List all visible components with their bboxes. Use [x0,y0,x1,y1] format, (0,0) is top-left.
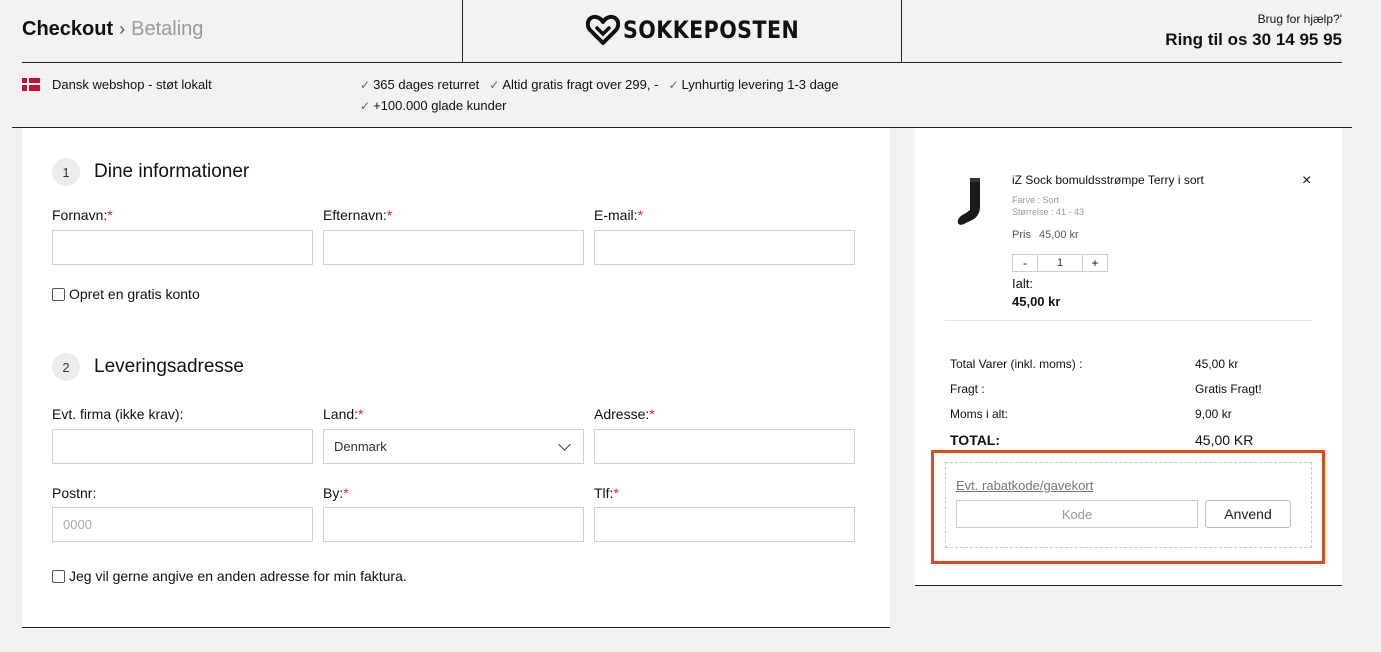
usp-item: ✓ Lynhurtig levering 1-3 dage [668,77,838,92]
land-select[interactable]: Denmark [323,429,584,464]
help-box: Brug for hjælp?' Ring til os 30 14 95 95 [1165,12,1342,50]
summary-vat-label: Moms i alt: [950,407,1009,421]
tlf-label: Tlf:* [594,485,619,501]
firma-label: Evt. firma (ikke krav): [52,406,184,422]
fornavn-label: Fornavn:* [52,207,113,223]
firma-input[interactable] [52,429,313,464]
efternavn-label: Efternavn:* [323,207,393,223]
header-divider [901,0,902,62]
product-color: Farve : Sort [1012,195,1060,205]
breadcrumb: Checkout › Betaling [22,18,203,41]
usp-item: ✓ 365 dages returret [360,77,479,92]
email-input[interactable] [594,230,855,265]
efternavn-input[interactable] [323,230,584,265]
by-label: By:* [323,485,349,501]
summary-total-label: TOTAL: [950,432,1001,448]
checkmark-icon: ✓ [668,77,679,92]
tlf-input[interactable] [594,507,855,542]
quantity-stepper: - 1 + [1012,254,1108,272]
summary-items-value: 45,00 kr [1195,357,1239,371]
usp-item-text: Lynhurtig levering 1-3 dage [681,77,839,92]
header-divider [462,0,463,62]
qty-minus-button[interactable]: - [1012,254,1038,272]
help-question: Brug for hjælp?' [1257,12,1342,26]
usp-danish-shop: Dansk webshop - støt lokalt [22,77,212,92]
item-total-label: Ialt: [1012,276,1033,291]
adresse-label: Adresse:* [594,406,655,422]
alt-billing-label[interactable]: Jeg vil gerne angive en anden adresse fo… [69,568,407,584]
usp-left-text: Dansk webshop - støt lokalt [52,77,212,92]
step-leveringsadresse: 2 Leveringsadresse [52,353,244,381]
land-selected-value: Denmark [334,439,387,454]
step-number: 2 [52,353,80,381]
summary-shipping-label: Fragt : [950,382,985,396]
checkmark-icon: ✓ [360,98,371,113]
summary-shipping-value: Gratis Fragt! [1195,382,1262,396]
postnr-input[interactable]: 0000 [52,507,313,542]
step-number: 1 [52,158,80,186]
usp-item: ✓ +100.000 glade kunder [360,98,506,113]
land-label: Land:* [323,406,364,422]
product-size: Størrelse : 41 - 43 [1012,207,1085,217]
step-dine-informationer: 1 Dine informationer [52,158,249,186]
summary-items-row: Total Varer (inkl. moms) : 45,00 kr [950,357,1270,371]
summary-shipping-row: Fragt : Gratis Fragt! [950,382,1270,396]
usp-item: ✓ Altid gratis fragt over 299, - [489,77,658,92]
usp-item-text: Altid gratis fragt over 299, - [502,77,659,92]
step-title: Leveringsadresse [94,356,244,377]
usp-item-text: +100.000 glade kunder [373,98,507,113]
adresse-input[interactable] [594,429,855,464]
create-account-checkbox[interactable] [52,287,65,301]
header: Checkout › Betaling SOKKEPOSTEN Brug for… [0,0,1381,63]
alt-billing-row: Jeg vil gerne angive en anden adresse fo… [52,568,407,584]
summary-divider [945,320,1312,321]
sock-product-image [957,178,980,225]
step-title: Dine informationer [94,161,250,182]
create-account-label[interactable]: Opret en gratis konto [69,286,200,302]
summary-vat-row: Moms i alt: 9,00 kr [950,407,1270,421]
breadcrumb-separator: › [119,19,126,39]
heart-logo-icon [586,14,620,45]
usp-list: ✓ 365 dages returret ✓ Altid gratis fragt … [360,77,890,113]
header-underline [22,62,1342,63]
email-label: E-mail:* [594,207,644,223]
product-name[interactable]: iZ Sock bomuldsstrømpe Terry i sort [1012,173,1204,187]
checkmark-icon: ✓ [489,77,500,92]
denmark-flag-icon [22,78,40,91]
remove-item-close-icon[interactable]: × [1302,172,1311,190]
fornavn-input[interactable] [52,230,313,265]
alt-billing-checkbox[interactable] [52,569,65,583]
discount-code-link[interactable]: Evt. rabatkode/gavekort [956,478,1093,493]
summary-vat-value: 9,00 kr [1195,407,1232,421]
create-account-row: Opret en gratis konto [52,286,200,302]
breadcrumb-checkout[interactable]: Checkout [22,18,113,41]
logo-text: SOKKEPOSTEN [623,16,800,44]
form-bottom-line [22,627,890,628]
usp-item-text: 365 dages returret [373,77,480,92]
postnr-label: Postnr: [52,485,97,501]
logo[interactable]: SOKKEPOSTEN [586,14,828,46]
breadcrumb-betaling: Betaling [131,18,204,40]
product-price: Pris 45,00 kr [1012,229,1079,241]
item-total-value: 45,00 kr [1012,294,1061,309]
discount-code-input[interactable]: Kode [956,500,1198,528]
help-phone[interactable]: Ring til os 30 14 95 95 [1165,30,1342,50]
qty-input[interactable]: 1 [1038,254,1082,272]
by-input[interactable] [323,507,584,542]
chevron-down-icon [558,437,571,451]
summary-bottom-line [915,585,1342,586]
qty-plus-button[interactable]: + [1082,254,1108,272]
checkmark-icon: ✓ [360,77,371,92]
apply-discount-button[interactable]: Anvend [1205,500,1291,528]
summary-items-label: Total Varer (inkl. moms) : [950,357,1083,371]
summary-total-row: TOTAL: 45,00 KR [950,432,1270,448]
summary-total-value: 45,00 KR [1195,432,1254,448]
